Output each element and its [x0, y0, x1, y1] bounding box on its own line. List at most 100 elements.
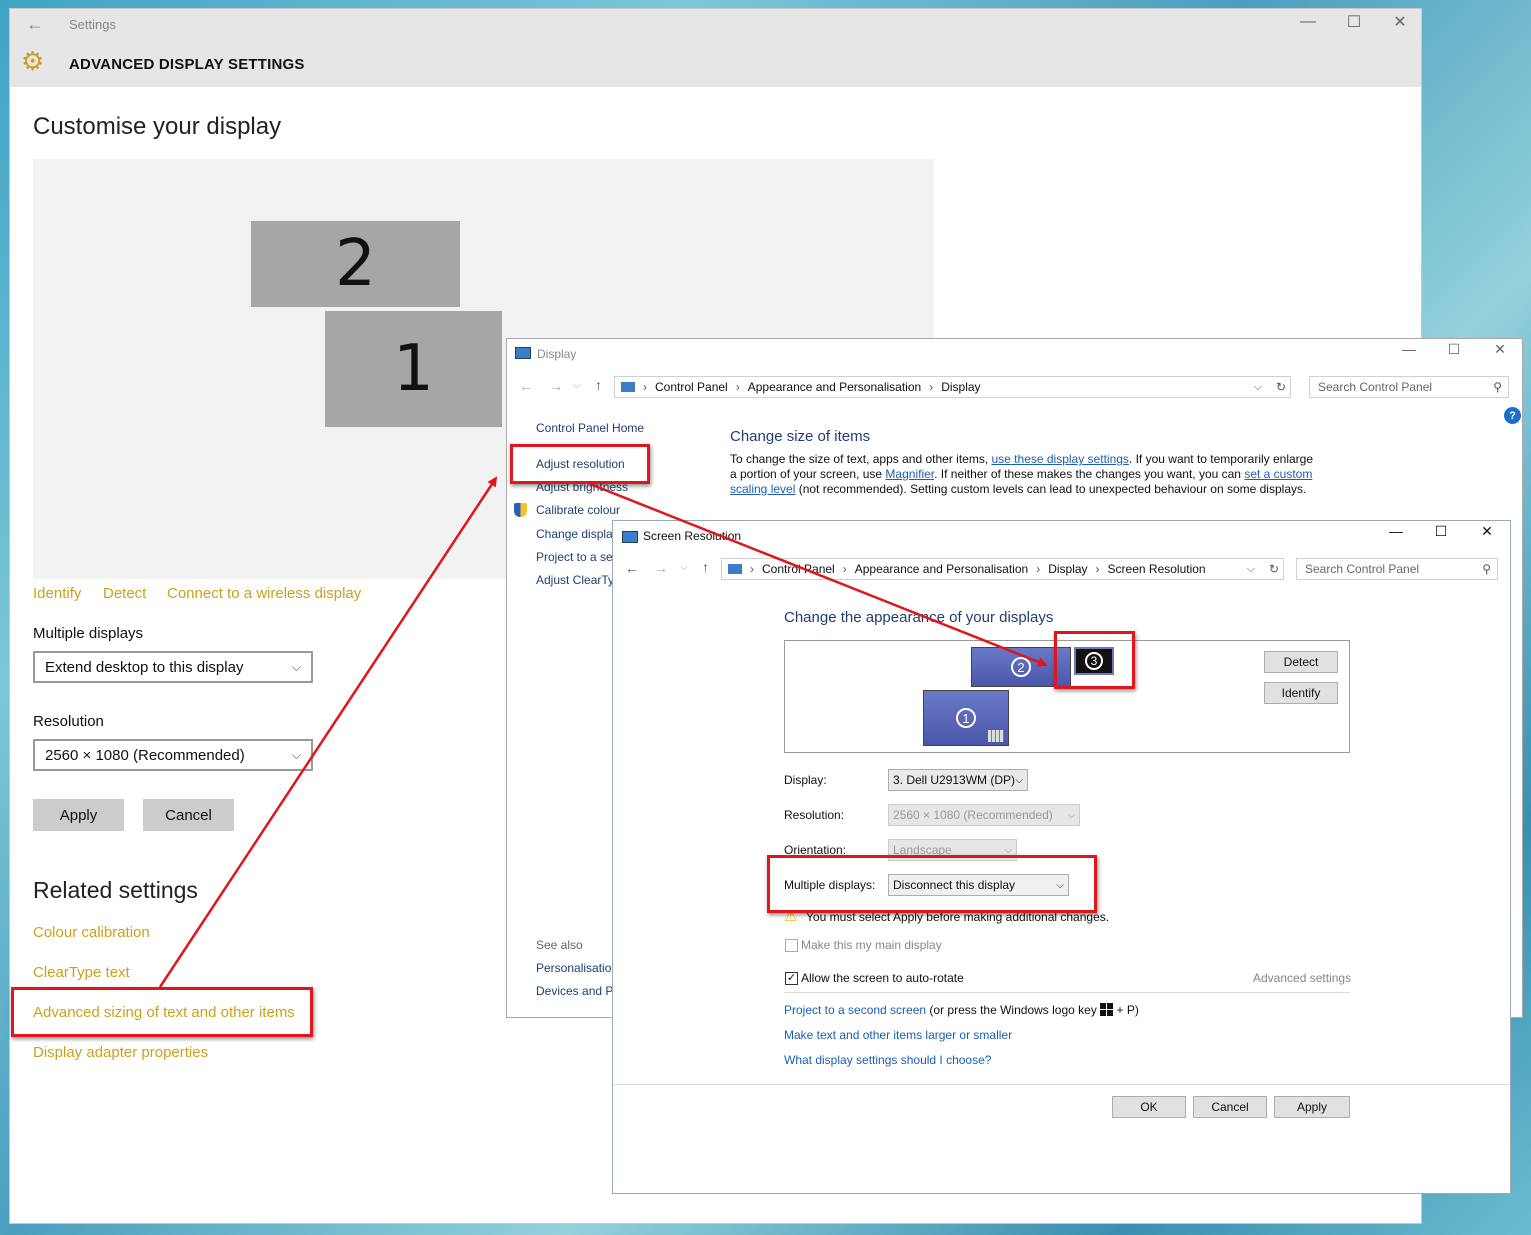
- chevron-down-icon[interactable]: ⌵: [1254, 381, 1262, 394]
- up-arrow-icon[interactable]: ↑: [595, 377, 602, 393]
- address-bar[interactable]: › Control Panel › Appearance and Persona…: [721, 558, 1284, 580]
- minimize-button[interactable]: —: [1293, 13, 1323, 31]
- breadcrumb-separator: ›: [643, 380, 647, 394]
- see-also-personalisation[interactable]: Personalisation: [536, 961, 618, 975]
- breadcrumb-display[interactable]: Display: [1048, 562, 1087, 576]
- chevron-down-icon: ⌵: [1067, 809, 1075, 821]
- chevron-down-icon[interactable]: ⌵: [1247, 563, 1255, 576]
- dropdown-arrow-icon[interactable]: ⌵: [680, 562, 688, 573]
- minimize-button[interactable]: —: [1394, 341, 1424, 357]
- maximize-button[interactable]: ☐: [1439, 341, 1469, 358]
- forward-arrow-icon[interactable]: →: [549, 378, 563, 394]
- close-button[interactable]: ✕: [1472, 523, 1502, 540]
- shield-icon: [514, 503, 527, 517]
- multiple-displays-label: Multiple displays: [33, 625, 144, 642]
- maximize-button[interactable]: ☐: [1426, 523, 1456, 540]
- refresh-icon[interactable]: ↻: [1269, 562, 1279, 576]
- maximize-button[interactable]: ☐: [1339, 12, 1369, 32]
- screen-resolution-title: Screen Resolution: [643, 529, 742, 543]
- search-input[interactable]: Search Control Panel ⚲: [1309, 376, 1509, 398]
- up-arrow-icon[interactable]: ↑: [702, 559, 709, 575]
- highlight-advanced-sizing: [11, 987, 313, 1037]
- resolution-select[interactable]: 2560 × 1080 (Recommended) ⌵: [33, 739, 313, 771]
- display-adapter-link[interactable]: Display adapter properties: [33, 1044, 208, 1061]
- breadcrumb-control-panel[interactable]: Control Panel: [762, 562, 835, 576]
- minimize-button[interactable]: —: [1381, 523, 1411, 539]
- wireless-display-link[interactable]: Connect to a wireless display: [167, 585, 361, 602]
- resolution-value: 2560 × 1080 (Recommended): [45, 746, 245, 764]
- display-select[interactable]: 3. Dell U2913WM (DP) ⌵: [888, 769, 1028, 791]
- address-bar[interactable]: › Control Panel › Appearance and Persona…: [614, 376, 1291, 398]
- chevron-down-icon: ⌵: [1015, 774, 1023, 786]
- magnifier-link[interactable]: Magnifier: [885, 467, 934, 481]
- back-arrow-icon[interactable]: ←: [519, 378, 533, 394]
- detect-button[interactable]: Detect: [1264, 651, 1338, 673]
- breadcrumb-separator: ›: [750, 562, 754, 576]
- monitor-icon: [622, 531, 638, 543]
- breadcrumb-screen-resolution[interactable]: Screen Resolution: [1108, 562, 1206, 576]
- apply-button[interactable]: Apply: [33, 799, 124, 831]
- see-also-devices[interactable]: Devices and Pr: [536, 984, 617, 998]
- project-second-screen-link[interactable]: Project to a second screen: [784, 1003, 926, 1017]
- detect-link[interactable]: Detect: [103, 585, 146, 602]
- sidebar-item-control-panel-home[interactable]: Control Panel Home: [536, 421, 644, 435]
- desc-text: . If neither of these makes the changes …: [934, 467, 1245, 481]
- breadcrumb-separator: ›: [842, 562, 847, 576]
- auto-rotate-checkbox[interactable]: ✓: [785, 972, 798, 985]
- sidebar-item-change-display[interactable]: Change displa: [536, 527, 613, 541]
- sidebar-item-calibrate-colour[interactable]: Calibrate colour: [536, 503, 620, 517]
- auto-rotate-label: Allow the screen to auto-rotate: [801, 971, 964, 985]
- close-button[interactable]: ✕: [1385, 12, 1415, 32]
- see-also-label: See also: [536, 938, 583, 952]
- cleartype-link[interactable]: ClearType text: [33, 964, 130, 981]
- monitor-1[interactable]: 1: [325, 311, 502, 427]
- advanced-settings-link[interactable]: Advanced settings: [1253, 971, 1351, 985]
- display-value: 3. Dell U2913WM (DP): [893, 773, 1016, 787]
- project-line: Project to a second screen (or press the…: [784, 1003, 1139, 1017]
- multiple-displays-select[interactable]: Extend desktop to this display ⌵: [33, 651, 313, 683]
- resolution-value: 2560 × 1080 (Recommended): [893, 808, 1053, 822]
- breadcrumb-control-panel[interactable]: Control Panel: [655, 380, 728, 394]
- forward-arrow-icon[interactable]: →: [654, 560, 668, 576]
- identify-link[interactable]: Identify: [33, 585, 81, 602]
- monitor-icon: [621, 382, 635, 392]
- monitor-2[interactable]: 2: [251, 221, 460, 307]
- choose-settings-link[interactable]: What display settings should I choose?: [784, 1053, 991, 1067]
- resolution-select[interactable]: 2560 × 1080 (Recommended) ⌵: [888, 804, 1080, 826]
- settings-titlebar: ← Settings — ☐ ✕ ⚙ ADVANCED DISPLAY SETT…: [10, 9, 1421, 87]
- highlight-multiple-displays: [767, 855, 1097, 913]
- search-input[interactable]: Search Control Panel ⚲: [1296, 558, 1498, 580]
- sidebar-item-cleartype[interactable]: Adjust ClearTy: [536, 573, 614, 587]
- apply-button[interactable]: Apply: [1274, 1096, 1350, 1118]
- page-heading: ADVANCED DISPLAY SETTINGS: [69, 56, 305, 73]
- monitor-1[interactable]: 1: [923, 690, 1009, 746]
- resolution-label: Resolution: [33, 713, 104, 730]
- close-button[interactable]: ✕: [1485, 341, 1515, 358]
- resolution-label: Resolution:: [784, 808, 845, 822]
- dropdown-arrow-icon[interactable]: ⌵: [573, 380, 581, 391]
- colour-calibration-link[interactable]: Colour calibration: [33, 924, 150, 941]
- back-arrow-icon[interactable]: ←: [625, 560, 639, 576]
- breadcrumb-display[interactable]: Display: [941, 380, 980, 394]
- search-placeholder: Search Control Panel: [1305, 562, 1420, 576]
- main-display-checkbox[interactable]: [785, 939, 798, 952]
- back-arrow-icon[interactable]: ←: [26, 14, 44, 35]
- change-size-heading: Change size of items: [730, 428, 871, 445]
- custom-scaling-link[interactable]: set a custom: [1244, 467, 1312, 481]
- help-icon[interactable]: ?: [1504, 407, 1521, 424]
- refresh-icon[interactable]: ↻: [1276, 380, 1286, 394]
- breadcrumb-separator: ›: [735, 380, 740, 394]
- search-icon: ⚲: [1482, 562, 1491, 576]
- display-settings-link[interactable]: use these display settings: [992, 452, 1129, 466]
- window-title: Settings: [69, 17, 116, 32]
- larger-items-link[interactable]: Make text and other items larger or smal…: [784, 1028, 1012, 1042]
- breadcrumb-appearance[interactable]: Appearance and Personalisation: [855, 562, 1028, 576]
- ok-button[interactable]: OK: [1112, 1096, 1186, 1118]
- cancel-button[interactable]: Cancel: [1193, 1096, 1267, 1118]
- cancel-button[interactable]: Cancel: [143, 799, 234, 831]
- sidebar-item-project[interactable]: Project to a se: [536, 550, 613, 564]
- breadcrumb-appearance[interactable]: Appearance and Personalisation: [748, 380, 921, 394]
- custom-scaling-link[interactable]: scaling level: [730, 482, 795, 496]
- identify-button[interactable]: Identify: [1264, 682, 1338, 704]
- highlight-adjust-resolution: [510, 444, 650, 484]
